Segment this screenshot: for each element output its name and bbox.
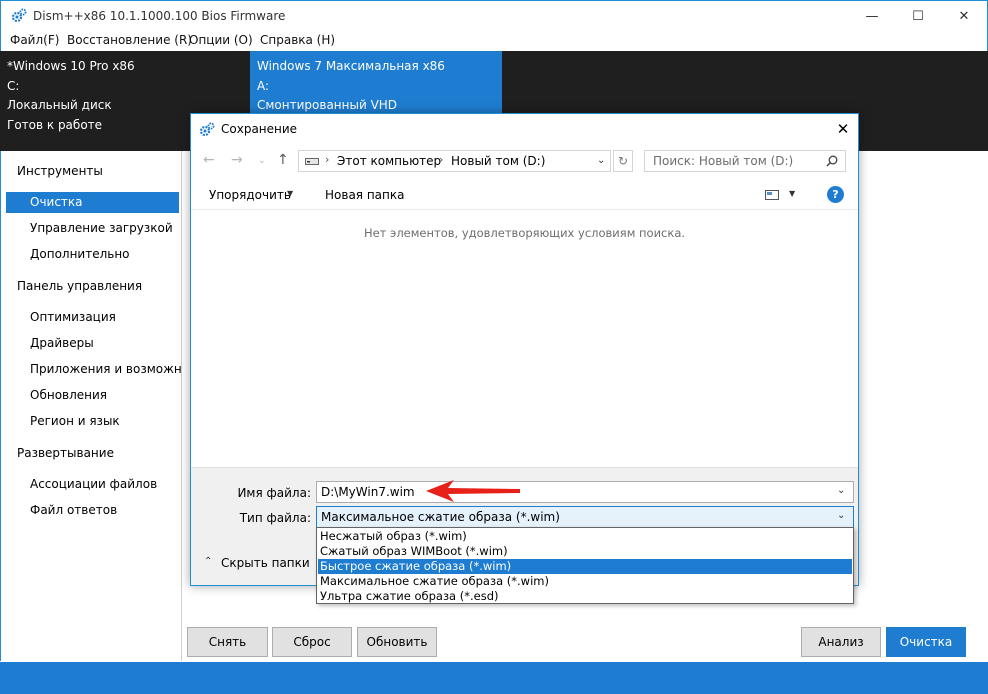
filetype-option-ultra-esd[interactable]: Ультра сжатие образа (*.esd)	[318, 589, 852, 604]
save-dialog: Сохранение ✕ ← → ⌄ ↑ › Этот компьютер › …	[190, 113, 859, 604]
menu-options[interactable]: Опции (O)	[189, 33, 253, 47]
image-drive: C:	[7, 78, 20, 93]
filename-input[interactable]: D:\MyWin7.wim ⌄	[316, 481, 854, 503]
up-arrow-icon[interactable]: ↑	[277, 152, 289, 168]
sidebar-item-advanced[interactable]: Дополнительно	[0, 247, 182, 261]
annotation-arrow-icon	[426, 480, 520, 502]
search-placeholder: Поиск: Новый том (D:)	[653, 154, 794, 168]
gears-dialog-icon	[199, 122, 215, 137]
reset-button[interactable]: Сброс	[272, 627, 352, 657]
menu-bar: Файл(F) Восстановление (R) Опции (O) Спр…	[0, 30, 988, 51]
view-dropdown-icon[interactable]: ▼	[789, 189, 795, 198]
chevron-up-icon[interactable]: ⌃	[204, 556, 212, 567]
image-drive: A:	[257, 78, 270, 93]
sidebar-item-optimization[interactable]: Оптимизация	[0, 310, 182, 324]
new-folder-button[interactable]: Новая папка	[325, 188, 404, 202]
filetype-dropdown-icon[interactable]: ⌄	[837, 510, 845, 521]
sidebar-item-drivers[interactable]: Драйверы	[0, 336, 182, 350]
dialog-title: Сохранение	[221, 122, 298, 136]
filetype-option-uncompressed[interactable]: Несжатый образ (*.wim)	[318, 529, 852, 544]
address-dropdown-icon[interactable]: ⌄	[597, 155, 605, 166]
back-arrow-icon[interactable]: ←	[203, 152, 215, 168]
organize-dropdown-icon[interactable]: ▼	[287, 189, 293, 198]
sidebar-item-cleanup[interactable]: Очистка	[0, 195, 182, 209]
sidebar-item-file-associations[interactable]: Ассоциации файлов	[0, 477, 182, 491]
filetype-option-fast[interactable]: Быстрое сжатие образа (*.wim)	[318, 559, 852, 574]
menu-recovery[interactable]: Восстановление (R)	[67, 33, 192, 47]
filename-dropdown-icon[interactable]: ⌄	[837, 485, 845, 496]
window-title: Dism++x86 10.1.1000.100 Bios Firmware	[33, 9, 286, 23]
breadcrumb-this-pc[interactable]: Этот компьютер	[337, 154, 441, 168]
image-name: *Windows 10 Pro x86	[7, 59, 135, 73]
filetype-option-wimboot[interactable]: Сжатый образ WIMBoot (*.wim)	[318, 544, 852, 559]
filetype-option-maximum[interactable]: Максимальное сжатие образа (*.wim)	[318, 574, 852, 589]
recent-chevron-icon[interactable]: ⌄	[258, 156, 266, 166]
sidebar-item-apps-features[interactable]: Приложения и возможнос	[0, 362, 182, 376]
drive-icon	[305, 158, 319, 165]
sidebar-section-tools: Инструменты	[17, 164, 103, 178]
analyze-button[interactable]: Анализ	[801, 627, 881, 657]
hide-folders-button[interactable]: Скрыть папки	[221, 556, 310, 570]
filetype-value: Максимальное сжатие образа (*.wim)	[321, 510, 560, 524]
clean-button[interactable]: Очистка	[886, 627, 966, 657]
filename-label: Имя файла:	[237, 486, 311, 500]
search-icon	[826, 155, 838, 167]
maximize-button[interactable]: ☐	[895, 1, 941, 31]
dialog-toolbar: Упорядочить ▼ Новая папка ▼ ?	[191, 180, 858, 210]
search-input[interactable]: Поиск: Новый том (D:)	[644, 150, 846, 172]
organize-menu[interactable]: Упорядочить	[209, 188, 291, 202]
sidebar-section-deployment: Развертывание	[17, 446, 114, 460]
sidebar-item-region-language[interactable]: Регион и язык	[0, 414, 182, 428]
empty-message: Нет элементов, удовлетворяющих условиям …	[363, 226, 686, 240]
view-options-icon[interactable]	[765, 190, 779, 200]
refresh-button[interactable]: Обновить	[357, 627, 437, 657]
filetype-label: Тип файла:	[239, 511, 311, 525]
title-bar: Dism++x86 10.1.1000.100 Bios Firmware — …	[0, 0, 988, 30]
close-button[interactable]: ✕	[941, 1, 987, 31]
menu-file[interactable]: Файл(F)	[10, 33, 59, 47]
filetype-dropdown-list: Несжатый образ (*.wim) Сжатый образ WIMB…	[316, 527, 854, 604]
status-bar	[0, 662, 988, 694]
image-name: Windows 7 Максимальная x86	[257, 59, 445, 73]
refresh-icon[interactable]: ↻	[613, 150, 633, 172]
gears-app-icon	[11, 8, 27, 23]
remove-button[interactable]: Снять	[187, 627, 268, 657]
minimize-button[interactable]: —	[849, 1, 895, 31]
filetype-select[interactable]: Максимальное сжатие образа (*.wim) ⌄	[316, 506, 854, 528]
breadcrumb-separator-icon: ›	[439, 153, 444, 166]
sidebar-item-answer-file[interactable]: Файл ответов	[0, 503, 182, 517]
sidebar-section-control-panel: Панель управления	[17, 279, 143, 293]
breadcrumb-drive-d[interactable]: Новый том (D:)	[451, 154, 545, 168]
help-icon[interactable]: ?	[827, 186, 844, 203]
filename-value: D:\MyWin7.wim	[321, 485, 415, 499]
address-bar[interactable]: › Этот компьютер › Новый том (D:) ⌄	[298, 150, 611, 172]
sidebar-item-updates[interactable]: Обновления	[0, 388, 182, 402]
menu-help[interactable]: Справка (H)	[260, 33, 335, 47]
sidebar-item-boot-management[interactable]: Управление загрузкой	[0, 221, 182, 235]
dialog-close-button[interactable]: ✕	[829, 118, 857, 140]
breadcrumb-separator-icon: ›	[325, 153, 330, 166]
forward-arrow-icon[interactable]: →	[231, 152, 243, 168]
